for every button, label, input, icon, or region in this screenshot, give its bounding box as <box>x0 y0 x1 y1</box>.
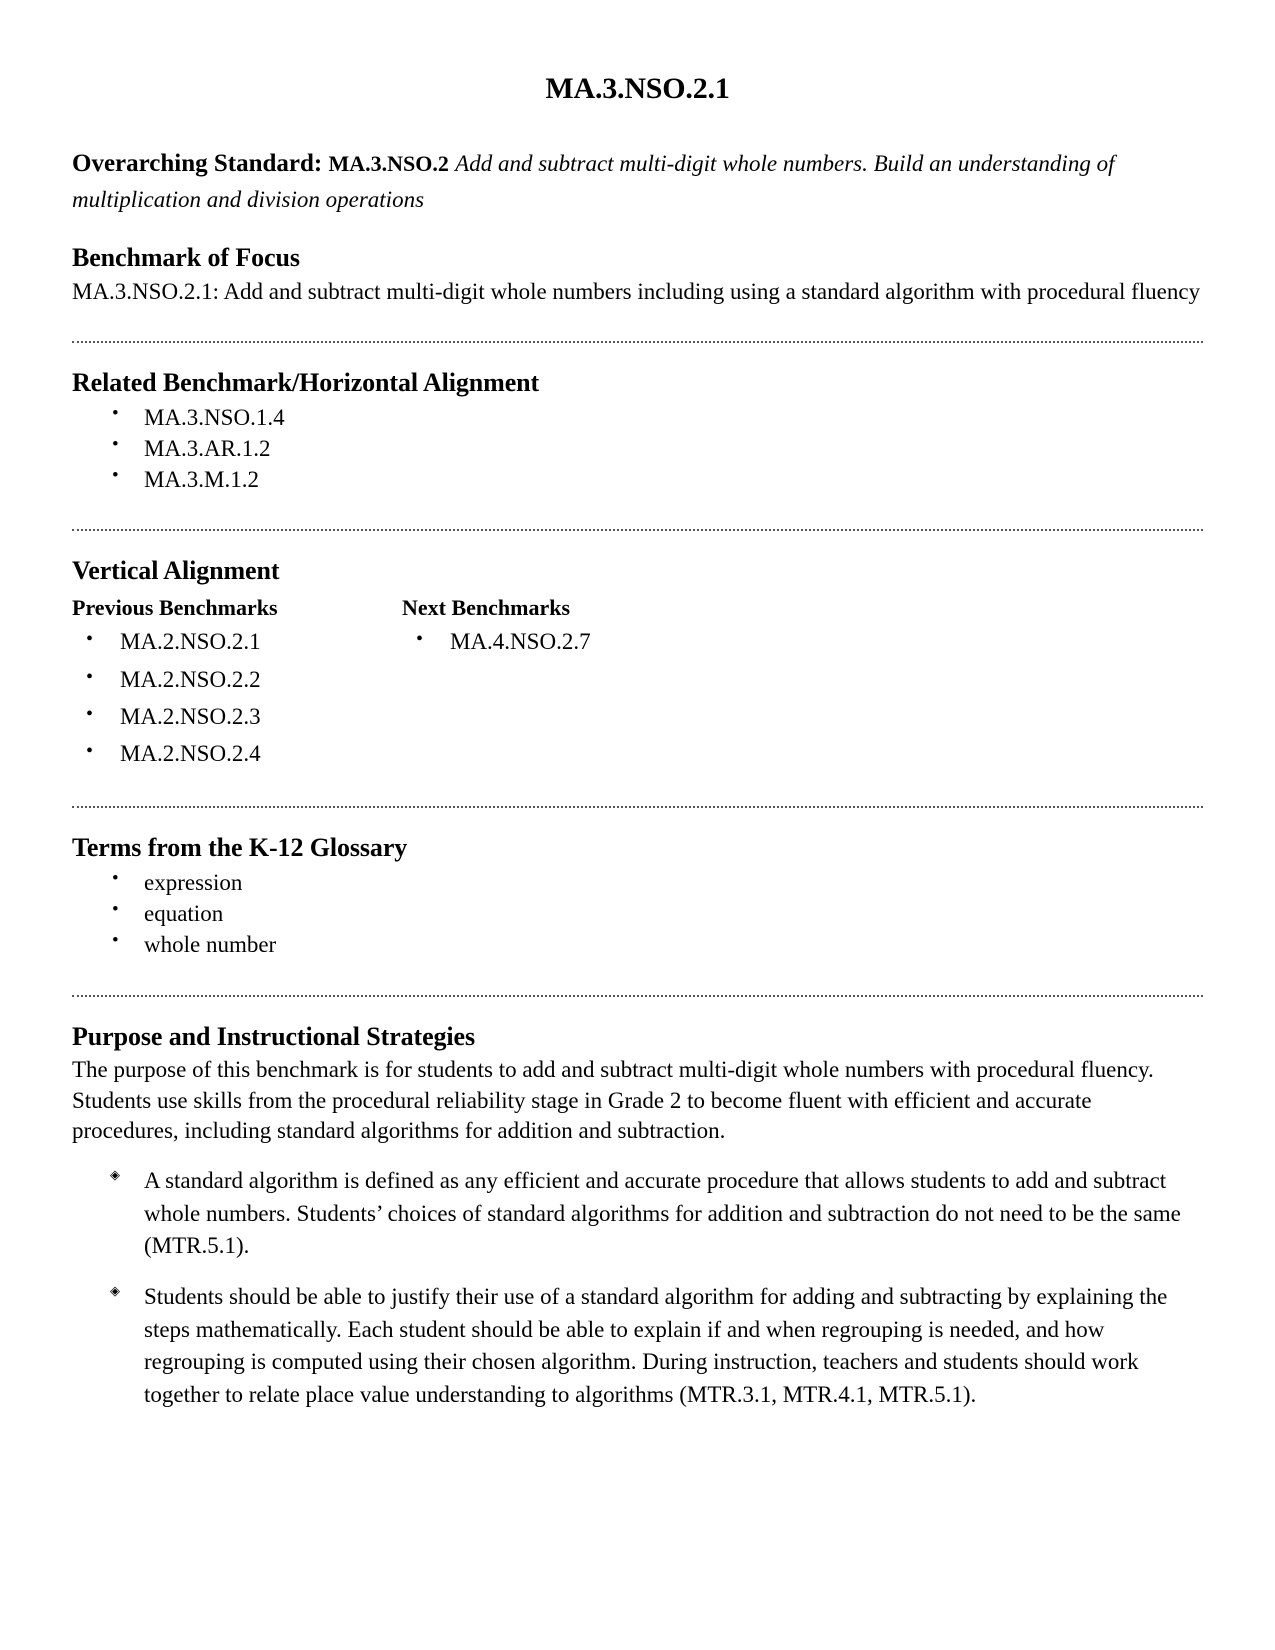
purpose-paragraph: The purpose of this benchmark is for stu… <box>72 1057 1154 1144</box>
page-title: MA.3.NSO.2.1 <box>545 72 730 105</box>
related-benchmark-list: MA.3.NSO.1.4 MA.3.AR.1.2 MA.3.M.1.2 <box>72 401 1203 496</box>
list-item[interactable]: MA.3.AR.1.2 <box>72 432 1203 464</box>
list-item-label: MA.3.NSO.1.4 <box>144 404 285 430</box>
purpose-section: Purpose and Instructional Strategies The… <box>72 1021 1203 1412</box>
divider-wrap-purpose <box>72 961 1203 1007</box>
vertical-alignment-heading: Vertical Alignment <box>72 556 280 586</box>
list-item[interactable]: MA.2.NSO.2.1 <box>72 623 402 660</box>
previous-benchmarks-heading: Previous Benchmarks <box>72 594 278 620</box>
section-divider <box>72 994 1203 997</box>
section-divider <box>72 341 1203 344</box>
list-item-label: expression <box>144 869 243 895</box>
list-item[interactable]: MA.2.NSO.2.4 <box>72 735 402 772</box>
next-benchmarks-list: MA.4.NSO.2.7 <box>402 623 1203 660</box>
benchmark-of-focus-heading: Benchmark of Focus <box>72 243 300 272</box>
list-item-label: MA.2.NSO.2.1 <box>120 629 261 655</box>
overarching-standard-label: Overarching Standard: <box>72 150 323 177</box>
benchmark-of-focus-text: MA.3.NSO.2.1: Add and subtract multi-dig… <box>72 278 1201 304</box>
list-item-label: MA.3.M.1.2 <box>144 467 260 493</box>
list-item-label: whole number <box>144 932 277 958</box>
purpose-bullet-list: A standard algorithm is defined as any e… <box>72 1165 1203 1412</box>
list-item[interactable]: expression <box>72 866 1203 898</box>
list-item[interactable]: MA.3.M.1.2 <box>72 463 1203 495</box>
list-item[interactable]: MA.2.NSO.2.3 <box>72 698 402 735</box>
overarching-standard: Overarching Standard: MA.3.NSO.2 Add and… <box>72 146 1203 217</box>
benchmark-of-focus-section: Benchmark of Focus MA.3.NSO.2.1: Add and… <box>72 242 1203 307</box>
list-item[interactable]: MA.3.NSO.1.4 <box>72 401 1203 433</box>
section-divider <box>72 806 1203 809</box>
list-item-label: MA.2.NSO.2.2 <box>120 666 261 692</box>
list-item[interactable]: MA.2.NSO.2.2 <box>72 661 402 698</box>
list-item[interactable]: MA.4.NSO.2.7 <box>402 623 1203 660</box>
previous-benchmarks-column: Previous Benchmarks MA.2.NSO.2.1 MA.2.NS… <box>72 590 402 773</box>
list-item[interactable]: equation <box>72 897 1203 929</box>
vertical-alignment-section: Vertical Alignment Previous Benchmarks M… <box>72 555 1203 772</box>
next-benchmarks-column: Next Benchmarks MA.4.NSO.2.7 <box>402 590 1203 661</box>
list-item-label: MA.2.NSO.2.3 <box>120 703 261 729</box>
list-item-label: equation <box>144 901 224 927</box>
list-item: Students should be able to justify their… <box>72 1281 1203 1412</box>
divider-wrap-related <box>72 307 1203 353</box>
vertical-alignment-columns: Previous Benchmarks MA.2.NSO.2.1 MA.2.NS… <box>72 590 1203 773</box>
list-item-label: MA.3.AR.1.2 <box>144 435 271 461</box>
list-item: A standard algorithm is defined as any e… <box>72 1165 1203 1263</box>
list-item-label: A standard algorithm is defined as any e… <box>144 1167 1181 1259</box>
purpose-heading: Purpose and Instructional Strategies <box>72 1021 476 1051</box>
list-item[interactable]: whole number <box>72 928 1203 960</box>
related-benchmark-section: Related Benchmark/Horizontal Alignment M… <box>72 367 1203 495</box>
divider-wrap-glossary <box>72 772 1203 818</box>
overarching-standard-code: MA.3.NSO.2 <box>328 151 449 176</box>
section-divider <box>72 529 1203 532</box>
divider-wrap-vertical <box>72 495 1203 541</box>
glossary-list: expression equation whole number <box>72 866 1203 961</box>
previous-benchmarks-list: MA.2.NSO.2.1 MA.2.NSO.2.2 MA.2.NSO.2.3 M… <box>72 623 402 772</box>
list-item-label: Students should be able to justify their… <box>144 1283 1168 1407</box>
document-page: MA.3.NSO.2.1 Overarching Standard: MA.3.… <box>0 0 1275 1650</box>
glossary-section: Terms from the K-12 Glossary expression … <box>72 832 1203 960</box>
list-item-label: MA.2.NSO.2.4 <box>120 741 261 767</box>
next-benchmarks-heading: Next Benchmarks <box>402 594 571 620</box>
related-benchmark-heading: Related Benchmark/Horizontal Alignment <box>72 368 540 398</box>
list-item-label: MA.4.NSO.2.7 <box>450 629 591 655</box>
glossary-heading: Terms from the K-12 Glossary <box>72 833 408 863</box>
